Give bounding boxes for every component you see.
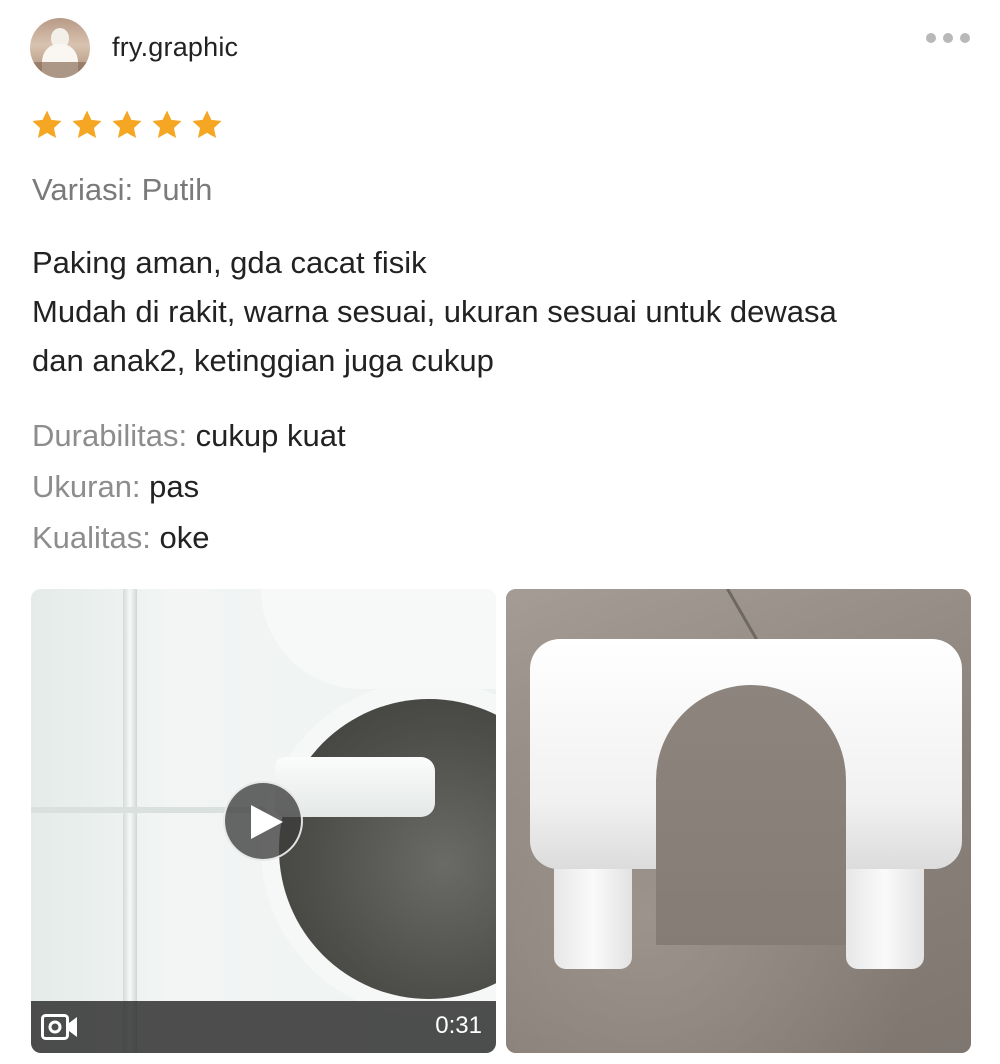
attribute-row: Ukuran: pas (32, 461, 346, 512)
star-icon (190, 108, 224, 142)
variation-label: Variasi: Putih (32, 172, 213, 207)
star-icon (150, 108, 184, 142)
attribute-row: Kualitas: oke (32, 512, 346, 563)
attribute-value: oke (150, 520, 210, 555)
review-text-line: Mudah di rakit, warna sesuai, ukuran ses… (32, 294, 837, 329)
video-scene-seam (123, 589, 137, 1053)
review-text: Paking aman, gda cacat fisik Mudah di rak… (32, 238, 982, 385)
attribute-key: Durabilitas: (32, 418, 188, 453)
review-header: fry.graphic (30, 18, 970, 78)
dot (926, 33, 936, 43)
review-card: fry.graphic Variasi: Putih Paking aman, … (0, 0, 1000, 1064)
review-text-line: dan anak2, ketinggian juga cukup (32, 343, 494, 378)
more-options-icon[interactable] (926, 24, 970, 52)
avatar-background (30, 62, 90, 78)
play-button[interactable] (223, 781, 303, 861)
star-icon (30, 108, 64, 142)
dot (943, 33, 953, 43)
dot (960, 33, 970, 43)
attribute-value: cukup kuat (187, 418, 346, 453)
review-video-thumbnail[interactable]: 0:31 (31, 589, 496, 1053)
star-rating (30, 108, 224, 142)
username[interactable]: fry.graphic (112, 32, 238, 63)
photo-scene-stool-cutout (656, 685, 846, 945)
play-icon (251, 805, 283, 839)
video-duration: 0:31 (435, 1012, 482, 1039)
review-attributes: Durabilitas: cukup kuat Ukuran: pas Kualit… (32, 410, 346, 563)
star-icon (110, 108, 144, 142)
review-photo-thumbnail[interactable] (506, 589, 971, 1053)
attribute-value: pas (140, 469, 200, 504)
video-camera-icon (41, 1014, 77, 1040)
star-icon (70, 108, 104, 142)
attribute-row: Durabilitas: cukup kuat (32, 410, 346, 461)
video-info-bar: 0:31 (31, 1001, 496, 1053)
attribute-key: Ukuran: (32, 469, 141, 504)
attribute-key: Kualitas: (32, 520, 151, 555)
avatar[interactable] (30, 18, 90, 78)
review-text-line: Paking aman, gda cacat fisik (32, 245, 427, 280)
